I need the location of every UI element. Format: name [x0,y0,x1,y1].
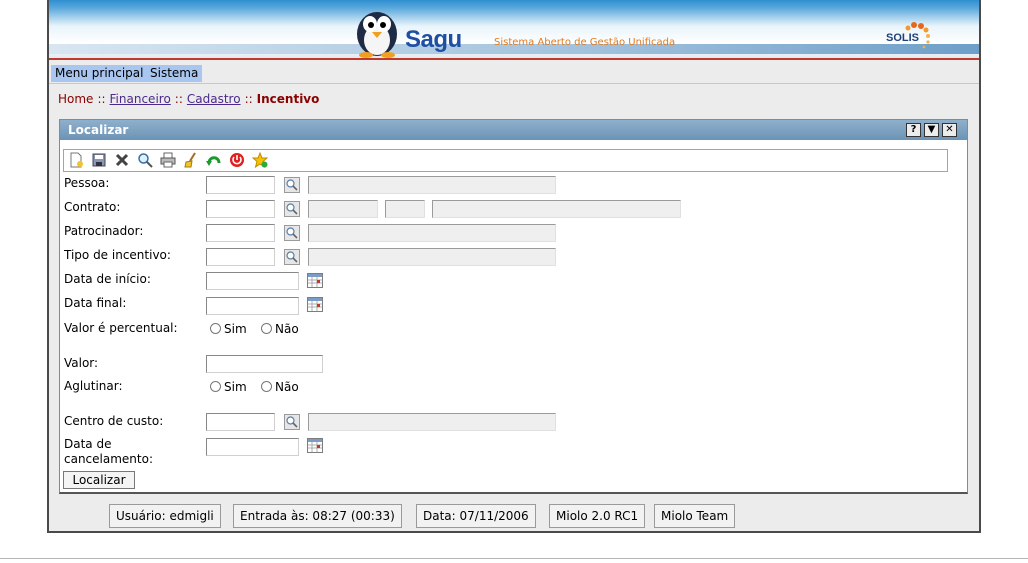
radio-icon[interactable] [210,323,221,334]
breadcrumb-current: Incentivo [256,92,320,106]
status-date: Data: 07/11/2006 [416,504,536,528]
breadcrumb: Home:: Financeiro:: Cadastro:: Incentivo [58,92,319,106]
close-button[interactable]: ✕ [942,123,957,137]
calendar-icon[interactable] [307,438,323,453]
menu-item-principal[interactable]: Menu principal [51,65,148,82]
help-button[interactable]: ? [906,123,921,137]
valor-label: Valor: [64,356,99,370]
data-cancelamento-label: Data de cancelamento: [64,437,153,466]
partner-logo-text: SOLIS [886,32,920,44]
breadcrumb-home[interactable]: Home [58,92,93,106]
menu-item-sistema[interactable]: Sistema [146,65,203,82]
exit-icon[interactable] [229,152,245,168]
status-entry-time: Entrada às: 08:27 (00:33) [233,504,402,528]
data-cancelamento-input[interactable] [206,438,299,456]
calendar-icon[interactable] [307,297,323,312]
patrocinador-id-input[interactable] [206,224,275,242]
menu-bar: Menu principal Sistema [49,63,979,84]
save-icon[interactable] [91,152,107,168]
header-banner: Sagu Sistema Aberto de Gestão Unificada … [49,0,979,60]
radio-label: Sim [224,380,247,394]
penguin-logo-icon [357,12,397,58]
contrato-description-field [432,200,681,218]
back-icon[interactable] [206,152,222,168]
page-divider [0,558,1028,559]
pessoa-label: Pessoa: [64,176,110,190]
patrocinador-lookup-icon[interactable] [284,225,300,241]
radio-icon[interactable] [210,381,221,392]
delete-icon[interactable] [114,152,130,168]
tipo-incentivo-id-input[interactable] [206,248,275,266]
breadcrumb-financeiro[interactable]: Financeiro [110,92,171,106]
tipo-incentivo-label: Tipo de incentivo: [64,248,171,262]
data-inicio-input[interactable] [206,272,299,290]
pessoa-lookup-icon[interactable] [284,177,300,193]
breadcrumb-separator: :: [97,92,106,106]
valor-input[interactable] [206,355,323,373]
new-icon[interactable] [68,152,84,168]
app-frame: Sagu Sistema Aberto de Gestão Unificada … [47,0,981,533]
centro-custo-id-input[interactable] [206,413,275,431]
panel-title: Localizar [68,123,129,137]
centro-custo-name-field [308,413,556,431]
localizar-button[interactable]: Localizar [63,471,135,489]
calendar-icon[interactable] [307,273,323,288]
valor-percentual-sim[interactable]: Sim [210,322,247,336]
favorite-icon[interactable] [252,152,268,168]
status-team: Miolo Team [654,504,736,528]
valor-percentual-label: Valor é percentual: [64,321,178,335]
breadcrumb-cadastro[interactable]: Cadastro [187,92,241,106]
toolbar [63,149,948,172]
contrato-lookup-icon[interactable] [284,201,300,217]
aglutinar-nao[interactable]: Não [261,380,299,394]
tipo-incentivo-name-field [308,248,556,266]
aglutinar-sim[interactable]: Sim [210,380,247,394]
patrocinador-name-field [308,224,556,242]
aglutinar-label: Aglutinar: [64,379,123,393]
centro-custo-label: Centro de custo: [64,414,164,428]
radio-icon[interactable] [261,381,272,392]
data-final-input[interactable] [206,297,299,315]
valor-percentual-nao[interactable]: Não [261,322,299,336]
radio-label: Sim [224,322,247,336]
partner-logo: SOLIS [884,20,938,50]
contrato-period-field [385,200,425,218]
data-final-label: Data final: [64,296,127,310]
pessoa-id-input[interactable] [206,176,275,194]
banner-divider [49,58,979,60]
status-version: Miolo 2.0 RC1 [549,504,646,528]
data-inicio-label: Data de início: [64,272,151,286]
contrato-label: Contrato: [64,200,121,214]
radio-icon[interactable] [261,323,272,334]
patrocinador-label: Patrocinador: [64,224,144,238]
app-subtitle: Sistema Aberto de Gestão Unificada [494,37,676,48]
app-logo-text: Sagu [405,26,462,53]
radio-label: Não [275,322,299,336]
search-panel: Localizar ? ▼ ✕ Pessoa: Contrato: Patroc… [59,119,968,494]
breadcrumb-separator: :: [244,92,253,106]
clear-icon[interactable] [183,152,199,168]
minimize-button[interactable]: ▼ [924,123,939,137]
breadcrumb-separator: :: [174,92,183,106]
centro-custo-lookup-icon[interactable] [284,414,300,430]
search-icon[interactable] [137,152,153,168]
panel-title-bar: Localizar ? ▼ ✕ [60,120,967,140]
tipo-incentivo-lookup-icon[interactable] [284,249,300,265]
print-icon[interactable] [160,152,176,168]
contrato-id-input[interactable] [206,200,275,218]
contrato-code-field [308,200,378,218]
radio-label: Não [275,380,299,394]
pessoa-name-field [308,176,556,194]
status-user: Usuário: edmigli [109,504,221,528]
